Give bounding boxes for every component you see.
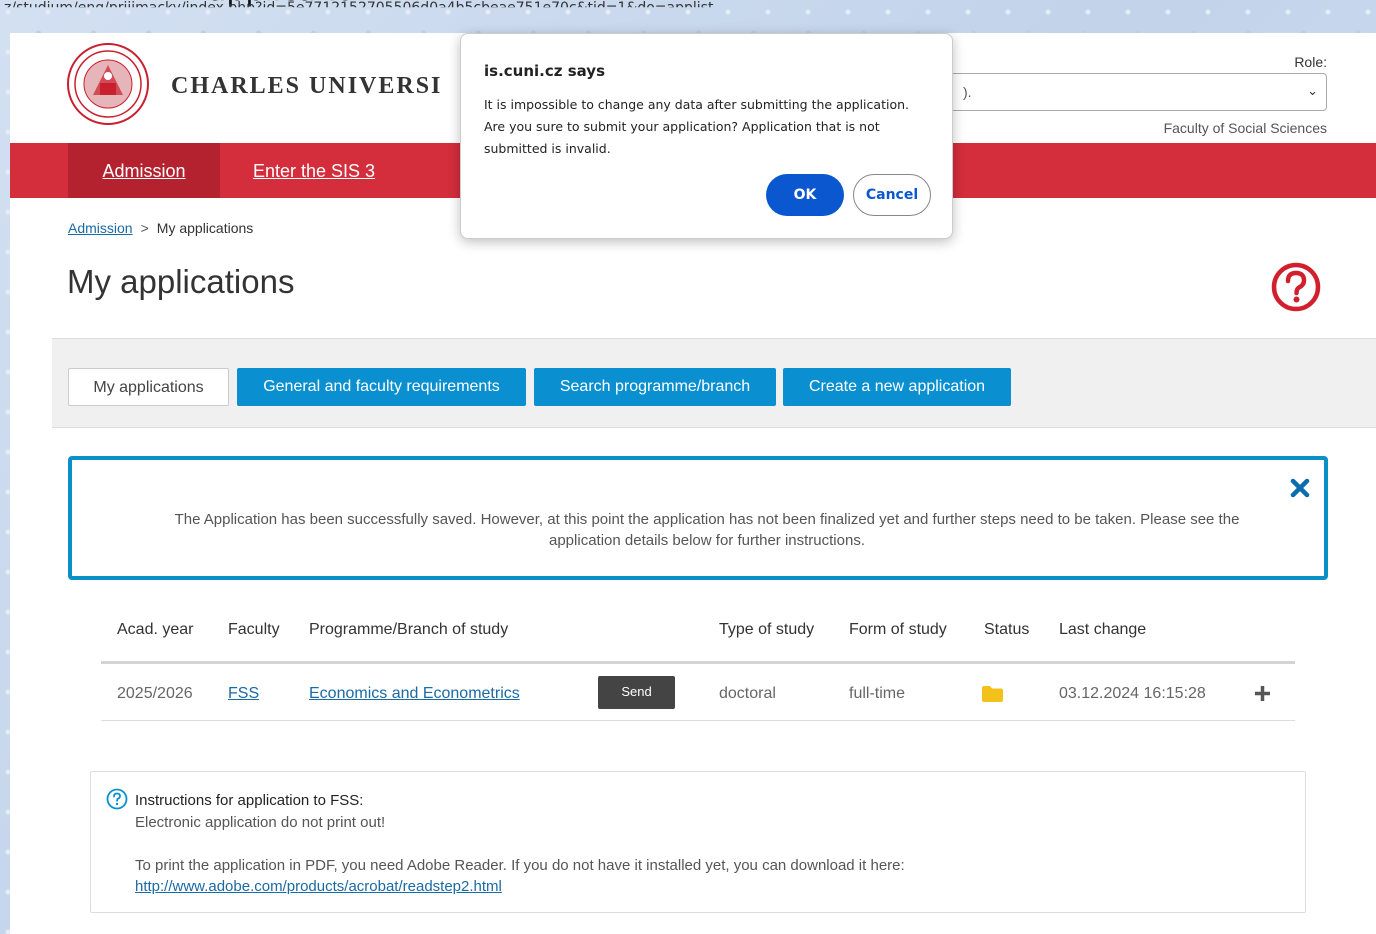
faculty-name: Faculty of Social Sciences: [1163, 120, 1327, 136]
breadcrumb-current: My applications: [156, 220, 254, 236]
success-alert: The Application has been successfully sa…: [68, 456, 1328, 580]
programme-link[interactable]: Economics and Econometrics: [309, 685, 520, 703]
nav-admission[interactable]: Admission: [68, 143, 220, 198]
university-seal-logo[interactable]: [67, 43, 149, 125]
tab-general-requirements[interactable]: General and faculty requirements: [237, 368, 526, 406]
col-acad-year: Acad. year: [117, 621, 194, 638]
tab-create-application[interactable]: Create a new application: [783, 368, 1011, 406]
faculty-link[interactable]: FSS: [228, 685, 259, 703]
send-button[interactable]: Send: [598, 676, 675, 709]
cell-form: full-time: [849, 685, 906, 702]
breadcrumb-separator: >: [140, 220, 149, 236]
breadcrumb: Admission > My applications: [68, 220, 253, 236]
confirm-dialog: is.cuni.cz says It is impossible to chan…: [460, 33, 953, 239]
close-icon[interactable]: [1289, 477, 1311, 499]
help-icon[interactable]: [1271, 262, 1321, 312]
question-circle-icon: [106, 788, 128, 810]
instructions-box: Instructions for application to FSS: Ele…: [90, 771, 1306, 913]
row-divider: [101, 720, 1295, 721]
col-last-change: Last change: [1059, 621, 1147, 638]
address-url-text: z/studium/eng/prijimacky/index.php?id=5e…: [4, 0, 714, 16]
university-name: CHARLES UNIVERSI: [171, 73, 443, 99]
cell-last-change: 03.12.2024 16:15:28: [1059, 685, 1206, 702]
tab-search-programme[interactable]: Search programme/branch: [534, 368, 776, 406]
role-label: Role:: [1294, 54, 1327, 70]
tab-bar: My applications General and faculty requ…: [52, 338, 1376, 428]
header-divider: [101, 661, 1295, 664]
tab-my-applications[interactable]: My applications: [68, 368, 229, 406]
folder-icon: [982, 686, 1003, 702]
cancel-button[interactable]: Cancel: [853, 174, 931, 216]
chevron-down-icon: ⌄: [1307, 83, 1318, 98]
instructions-line-1: Electronic application do not print out!: [135, 814, 386, 831]
instructions-title: Instructions for application to FSS:: [135, 792, 364, 809]
col-type: Type of study: [719, 621, 815, 638]
plus-icon[interactable]: [1254, 685, 1271, 702]
dialog-title: is.cuni.cz says: [484, 62, 605, 80]
dialog-message: It is impossible to change any data afte…: [484, 97, 909, 156]
cell-type: doctoral: [719, 685, 776, 702]
instructions-line-2: To print the application in PDF, you nee…: [135, 857, 905, 874]
col-programme: Programme/Branch of study: [309, 621, 509, 638]
role-select-value: ).: [963, 84, 972, 100]
nav-enter-sis[interactable]: Enter the SIS 3: [220, 143, 408, 198]
breadcrumb-admission-link[interactable]: Admission: [68, 220, 133, 236]
col-faculty: Faculty: [228, 621, 280, 638]
col-status: Status: [984, 621, 1030, 638]
alert-message: The Application has been successfully sa…: [174, 511, 1240, 549]
ok-button[interactable]: OK: [766, 174, 844, 216]
col-form: Form of study: [849, 621, 947, 638]
role-select[interactable]: ). ⌄: [950, 73, 1327, 111]
cell-acad-year: 2025/2026: [117, 685, 193, 702]
page-title: My applications: [67, 263, 295, 300]
adobe-reader-link[interactable]: http://www.adobe.com/products/acrobat/re…: [135, 878, 502, 895]
